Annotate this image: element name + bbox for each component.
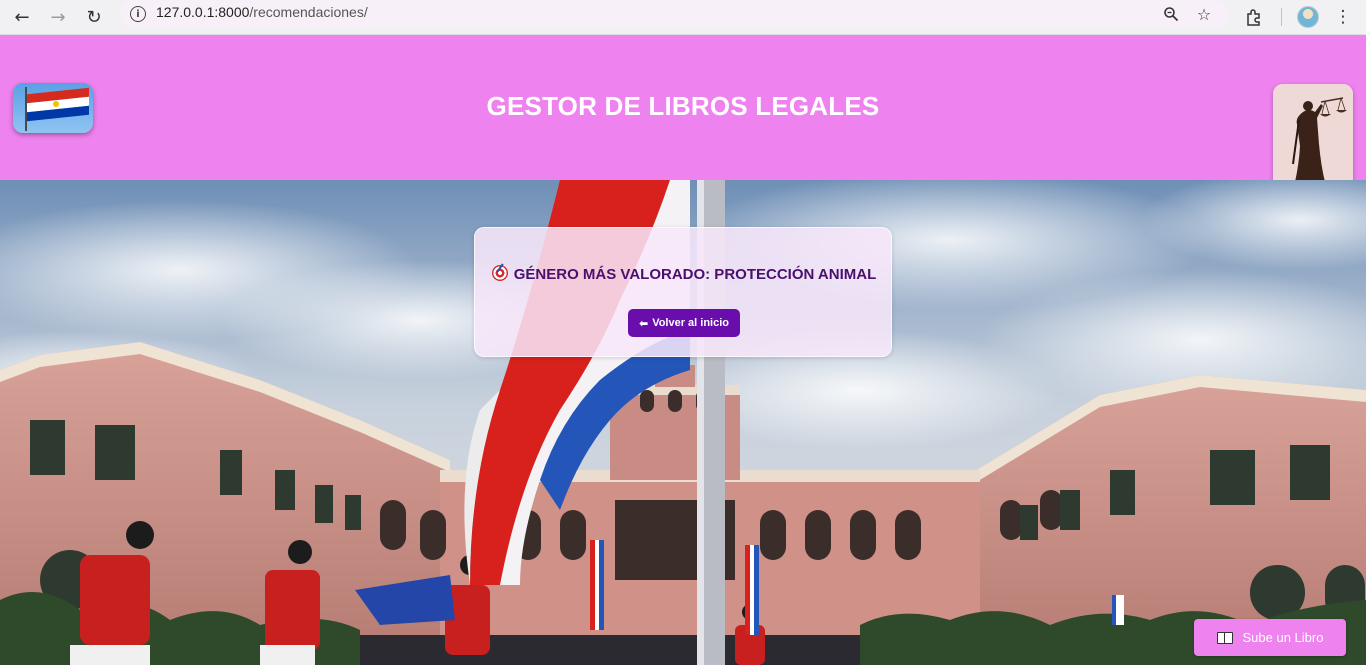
site-header: GESTOR DE LIBROS LEGALES — [0, 35, 1366, 202]
profile-avatar[interactable] — [1297, 6, 1319, 28]
zoom-icon[interactable] — [1158, 1, 1184, 27]
address-bar[interactable]: i 127.0.0.1:8000/recomendaciones/ ☆ — [120, 0, 1228, 28]
top-genre-heading: GÉNERO MÁS VALORADO: PROTECCIÓN ANIMAL — [475, 265, 893, 283]
toolbar-divider — [1281, 8, 1282, 26]
reload-icon[interactable]: ↻ — [79, 2, 109, 32]
bookmark-star-icon[interactable]: ☆ — [1191, 1, 1217, 27]
forward-arrow-icon[interactable]: → — [43, 2, 73, 32]
recommendation-card: GÉNERO MÁS VALORADO: PROTECCIÓN ANIMAL ⬅… — [474, 227, 892, 357]
url-text[interactable]: 127.0.0.1:8000/recomendaciones/ — [156, 4, 368, 20]
back-arrow-icon[interactable]: ← — [7, 2, 37, 32]
upload-book-button[interactable]: Sube un Libro — [1194, 619, 1346, 656]
back-to-home-button[interactable]: ⬅ Volver al inicio — [628, 309, 740, 337]
browser-toolbar: ← → ↻ i 127.0.0.1:8000/recomendaciones/ … — [0, 0, 1366, 35]
left-arrow-icon: ⬅ — [638, 316, 649, 330]
url-host: 127.0.0.1:8000 — [156, 4, 250, 20]
top-genre-text: GÉNERO MÁS VALORADO: PROTECCIÓN ANIMAL — [513, 266, 877, 283]
upload-button-label: Sube un Libro — [1242, 630, 1324, 645]
book-icon — [1216, 631, 1233, 644]
site-info-icon[interactable]: i — [130, 6, 146, 22]
page-title: GESTOR DE LIBROS LEGALES — [486, 91, 880, 121]
back-button-label: Volver al inicio — [652, 317, 730, 329]
menu-kebab-icon[interactable]: ⋮ — [1328, 2, 1358, 32]
extensions-icon[interactable] — [1239, 2, 1269, 32]
url-path: /recomendaciones/ — [249, 4, 368, 20]
target-icon — [491, 265, 508, 281]
